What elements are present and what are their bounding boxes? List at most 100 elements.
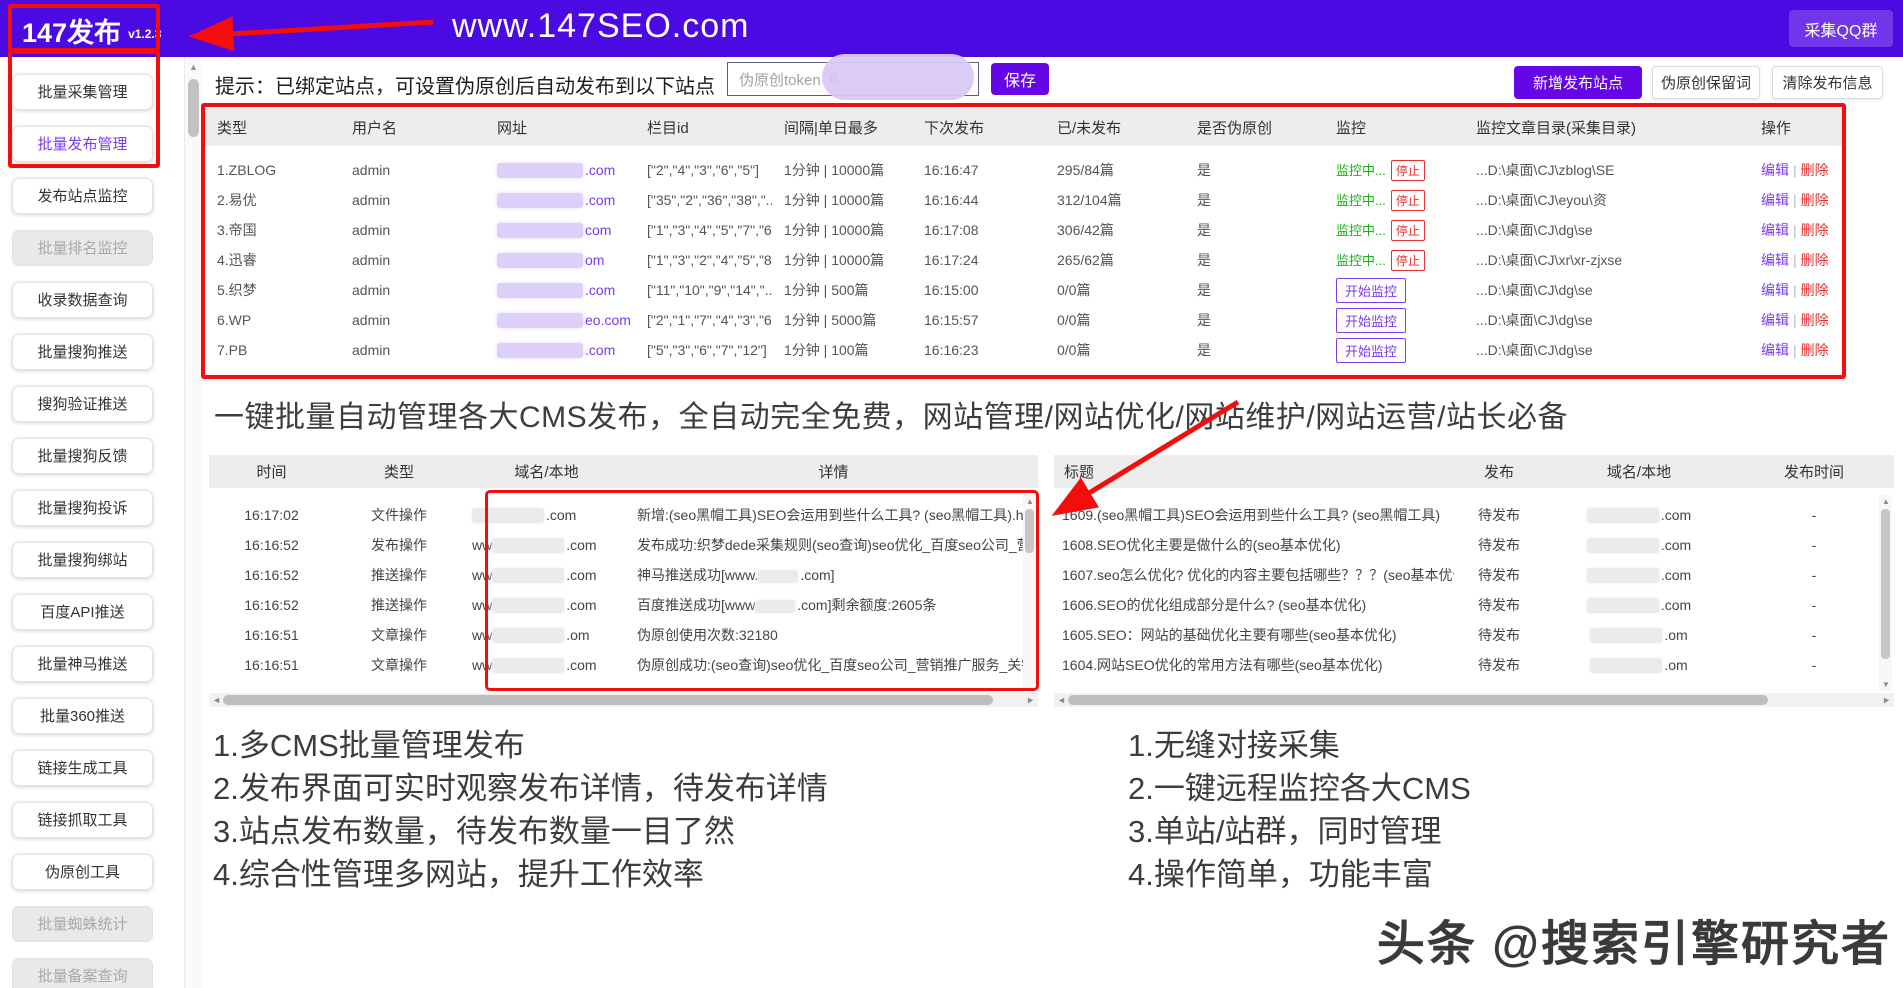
delete-link[interactable]: 删除 — [1801, 162, 1829, 178]
interval: 1分钟 | 10000篇 — [772, 185, 912, 215]
scroll-up-icon[interactable]: ▲ — [1026, 497, 1034, 506]
stop-monitor-button[interactable]: 停止 — [1391, 250, 1425, 271]
delete-link[interactable]: 删除 — [1801, 282, 1829, 298]
publish-time: - — [1734, 650, 1894, 680]
separator: | — [1793, 282, 1797, 298]
blurred-domain — [1587, 598, 1659, 613]
stop-monitor-button[interactable]: 停止 — [1391, 160, 1425, 181]
next-publish-time: 16:16:47 — [912, 155, 1045, 185]
pending-row: 1605.SEO：网站的基础优化主要有哪些(seo基本优化)待发布.om- — [1054, 620, 1894, 650]
interval: 1分钟 | 10000篇 — [772, 155, 912, 185]
scrollbar-thumb[interactable] — [223, 695, 993, 705]
log-domain: ww.com — [464, 590, 629, 620]
start-monitor-button[interactable]: 开始监控 — [1336, 278, 1406, 303]
sidebar-item[interactable]: 伪原创工具 — [12, 854, 153, 890]
sidebar-item[interactable]: 批量搜狗投诉 — [12, 490, 153, 526]
sidebar-item[interactable]: 批量搜狗推送 — [12, 334, 153, 370]
add-site-button[interactable]: 新增发布站点 — [1514, 66, 1642, 99]
save-button[interactable]: 保存 — [991, 63, 1049, 95]
sidebar-item[interactable]: 批量360推送 — [12, 698, 153, 734]
sidebar-item[interactable]: 链接抓取工具 — [12, 802, 153, 838]
sidebar-item[interactable]: 搜狗验证推送 — [12, 386, 153, 422]
edit-link[interactable]: 编辑 — [1761, 162, 1789, 178]
column-header: 时间 — [209, 455, 334, 488]
start-monitor-button[interactable]: 开始监控 — [1336, 308, 1406, 333]
columns-id: ["1","3","2","4","5","8"] — [635, 245, 772, 275]
domain-suffix: .com — [585, 192, 615, 208]
pending-horizontal-scrollbar[interactable]: ◄ ► — [1054, 693, 1894, 707]
site-url-cell[interactable]: .com — [485, 335, 635, 365]
site-url-cell[interactable]: .com — [485, 155, 635, 185]
reserved-words-button[interactable]: 伪原创保留词 — [1652, 66, 1760, 99]
domain-suffix: com — [585, 222, 611, 238]
token-input[interactable]: 伪原创token 6 — [727, 62, 979, 96]
scrollbar-thumb[interactable] — [1025, 509, 1034, 553]
sidebar-item[interactable]: 链接生成工具 — [12, 750, 153, 786]
feature-item: 2.发布界面可实时观察发布详情，待发布详情 — [213, 767, 828, 810]
edit-link[interactable]: 编辑 — [1761, 342, 1789, 358]
scroll-up-icon[interactable]: ▲ — [1882, 497, 1890, 506]
scroll-right-icon[interactable]: ► — [1026, 695, 1035, 705]
site-url-cell[interactable]: .com — [485, 275, 635, 305]
monitor-cell: 监控中...停止 — [1324, 155, 1464, 185]
site-user: admin — [340, 275, 485, 305]
log-horizontal-scrollbar[interactable]: ◄ ► — [209, 693, 1038, 707]
edit-link[interactable]: 编辑 — [1761, 312, 1789, 328]
log-row: 16:16:51文章操作ww.om伪原创使用次数:32180 — [209, 620, 1038, 650]
edit-link[interactable]: 编辑 — [1761, 252, 1789, 268]
token-placeholder: 伪原创token — [739, 69, 821, 90]
clear-info-button[interactable]: 清除发布信息 — [1772, 66, 1883, 99]
scrollbar-thumb[interactable] — [1881, 509, 1890, 659]
delete-link[interactable]: 删除 — [1801, 252, 1829, 268]
scroll-left-icon[interactable]: ◄ — [212, 695, 221, 705]
feature-item: 4.操作简单，功能丰富 — [1128, 853, 1471, 896]
next-publish-time: 16:15:57 — [912, 305, 1045, 335]
column-header: 栏目id — [635, 109, 772, 146]
site-url-cell[interactable]: .com — [485, 185, 635, 215]
log-row: 16:16:52推送操作ww.com神马推送成功[www..com] — [209, 560, 1038, 590]
scrollbar-thumb[interactable] — [1068, 695, 1768, 705]
interval: 1分钟 | 10000篇 — [772, 245, 912, 275]
edit-link[interactable]: 编辑 — [1761, 222, 1789, 238]
edit-link[interactable]: 编辑 — [1761, 192, 1789, 208]
publish-time: - — [1734, 620, 1894, 650]
scroll-left-icon[interactable]: ◄ — [1057, 695, 1066, 705]
edit-link[interactable]: 编辑 — [1761, 282, 1789, 298]
delete-link[interactable]: 删除 — [1801, 192, 1829, 208]
sidebar-item[interactable]: 收录数据查询 — [12, 282, 153, 318]
sidebar-item[interactable]: 批量搜狗反馈 — [12, 438, 153, 474]
delete-link[interactable]: 删除 — [1801, 222, 1829, 238]
content-scrollbar[interactable]: ▲ — [184, 57, 201, 988]
delete-link[interactable]: 删除 — [1801, 342, 1829, 358]
publish-time: - — [1734, 500, 1894, 530]
pseudo-original-flag: 是 — [1185, 275, 1324, 305]
column-header: 用户名 — [340, 109, 485, 146]
domain-suffix: .com — [546, 507, 576, 523]
blurred-domain — [497, 193, 583, 208]
stop-monitor-button[interactable]: 停止 — [1391, 190, 1425, 211]
site-url-cell[interactable]: eo.com — [485, 305, 635, 335]
start-monitor-button[interactable]: 开始监控 — [1336, 338, 1406, 363]
sidebar-item[interactable]: 批量神马推送 — [12, 646, 153, 682]
sidebar-item[interactable]: 批量搜狗绑站 — [12, 542, 153, 578]
sidebar-item[interactable]: 发布站点监控 — [12, 178, 153, 214]
feature-item: 1.多CMS批量管理发布 — [213, 724, 828, 767]
site-url-cell[interactable]: com — [485, 215, 635, 245]
domain-suffix: .com — [566, 657, 596, 673]
domain-suffix: .com — [585, 282, 615, 298]
features-list-left: 1.多CMS批量管理发布2.发布界面可实时观察发布详情，待发布详情3.站点发布数… — [213, 724, 828, 896]
sidebar-item[interactable]: 百度API推送 — [12, 594, 153, 630]
scroll-right-icon[interactable]: ► — [1882, 695, 1891, 705]
delete-link[interactable]: 删除 — [1801, 312, 1829, 328]
log-vertical-scrollbar[interactable]: ▲ — [1023, 495, 1036, 691]
monitor-cell: 开始监控 — [1324, 305, 1464, 335]
sidebar-item[interactable]: 批量发布管理 — [12, 126, 153, 162]
scroll-down-icon[interactable]: ▼ — [1882, 680, 1890, 689]
stop-monitor-button[interactable]: 停止 — [1391, 220, 1425, 241]
site-url-cell[interactable]: om — [485, 245, 635, 275]
monitor-directory: ...D:\桌面\CJ\xr\xr-zjxse — [1464, 245, 1749, 275]
article-title: 1608.SEO优化主要是做什么的(seo基本优化) — [1054, 530, 1454, 560]
pending-vertical-scrollbar[interactable]: ▲ ▼ — [1879, 495, 1892, 691]
interval: 1分钟 | 10000篇 — [772, 215, 912, 245]
qq-group-button[interactable]: 采集QQ群 — [1789, 10, 1893, 47]
